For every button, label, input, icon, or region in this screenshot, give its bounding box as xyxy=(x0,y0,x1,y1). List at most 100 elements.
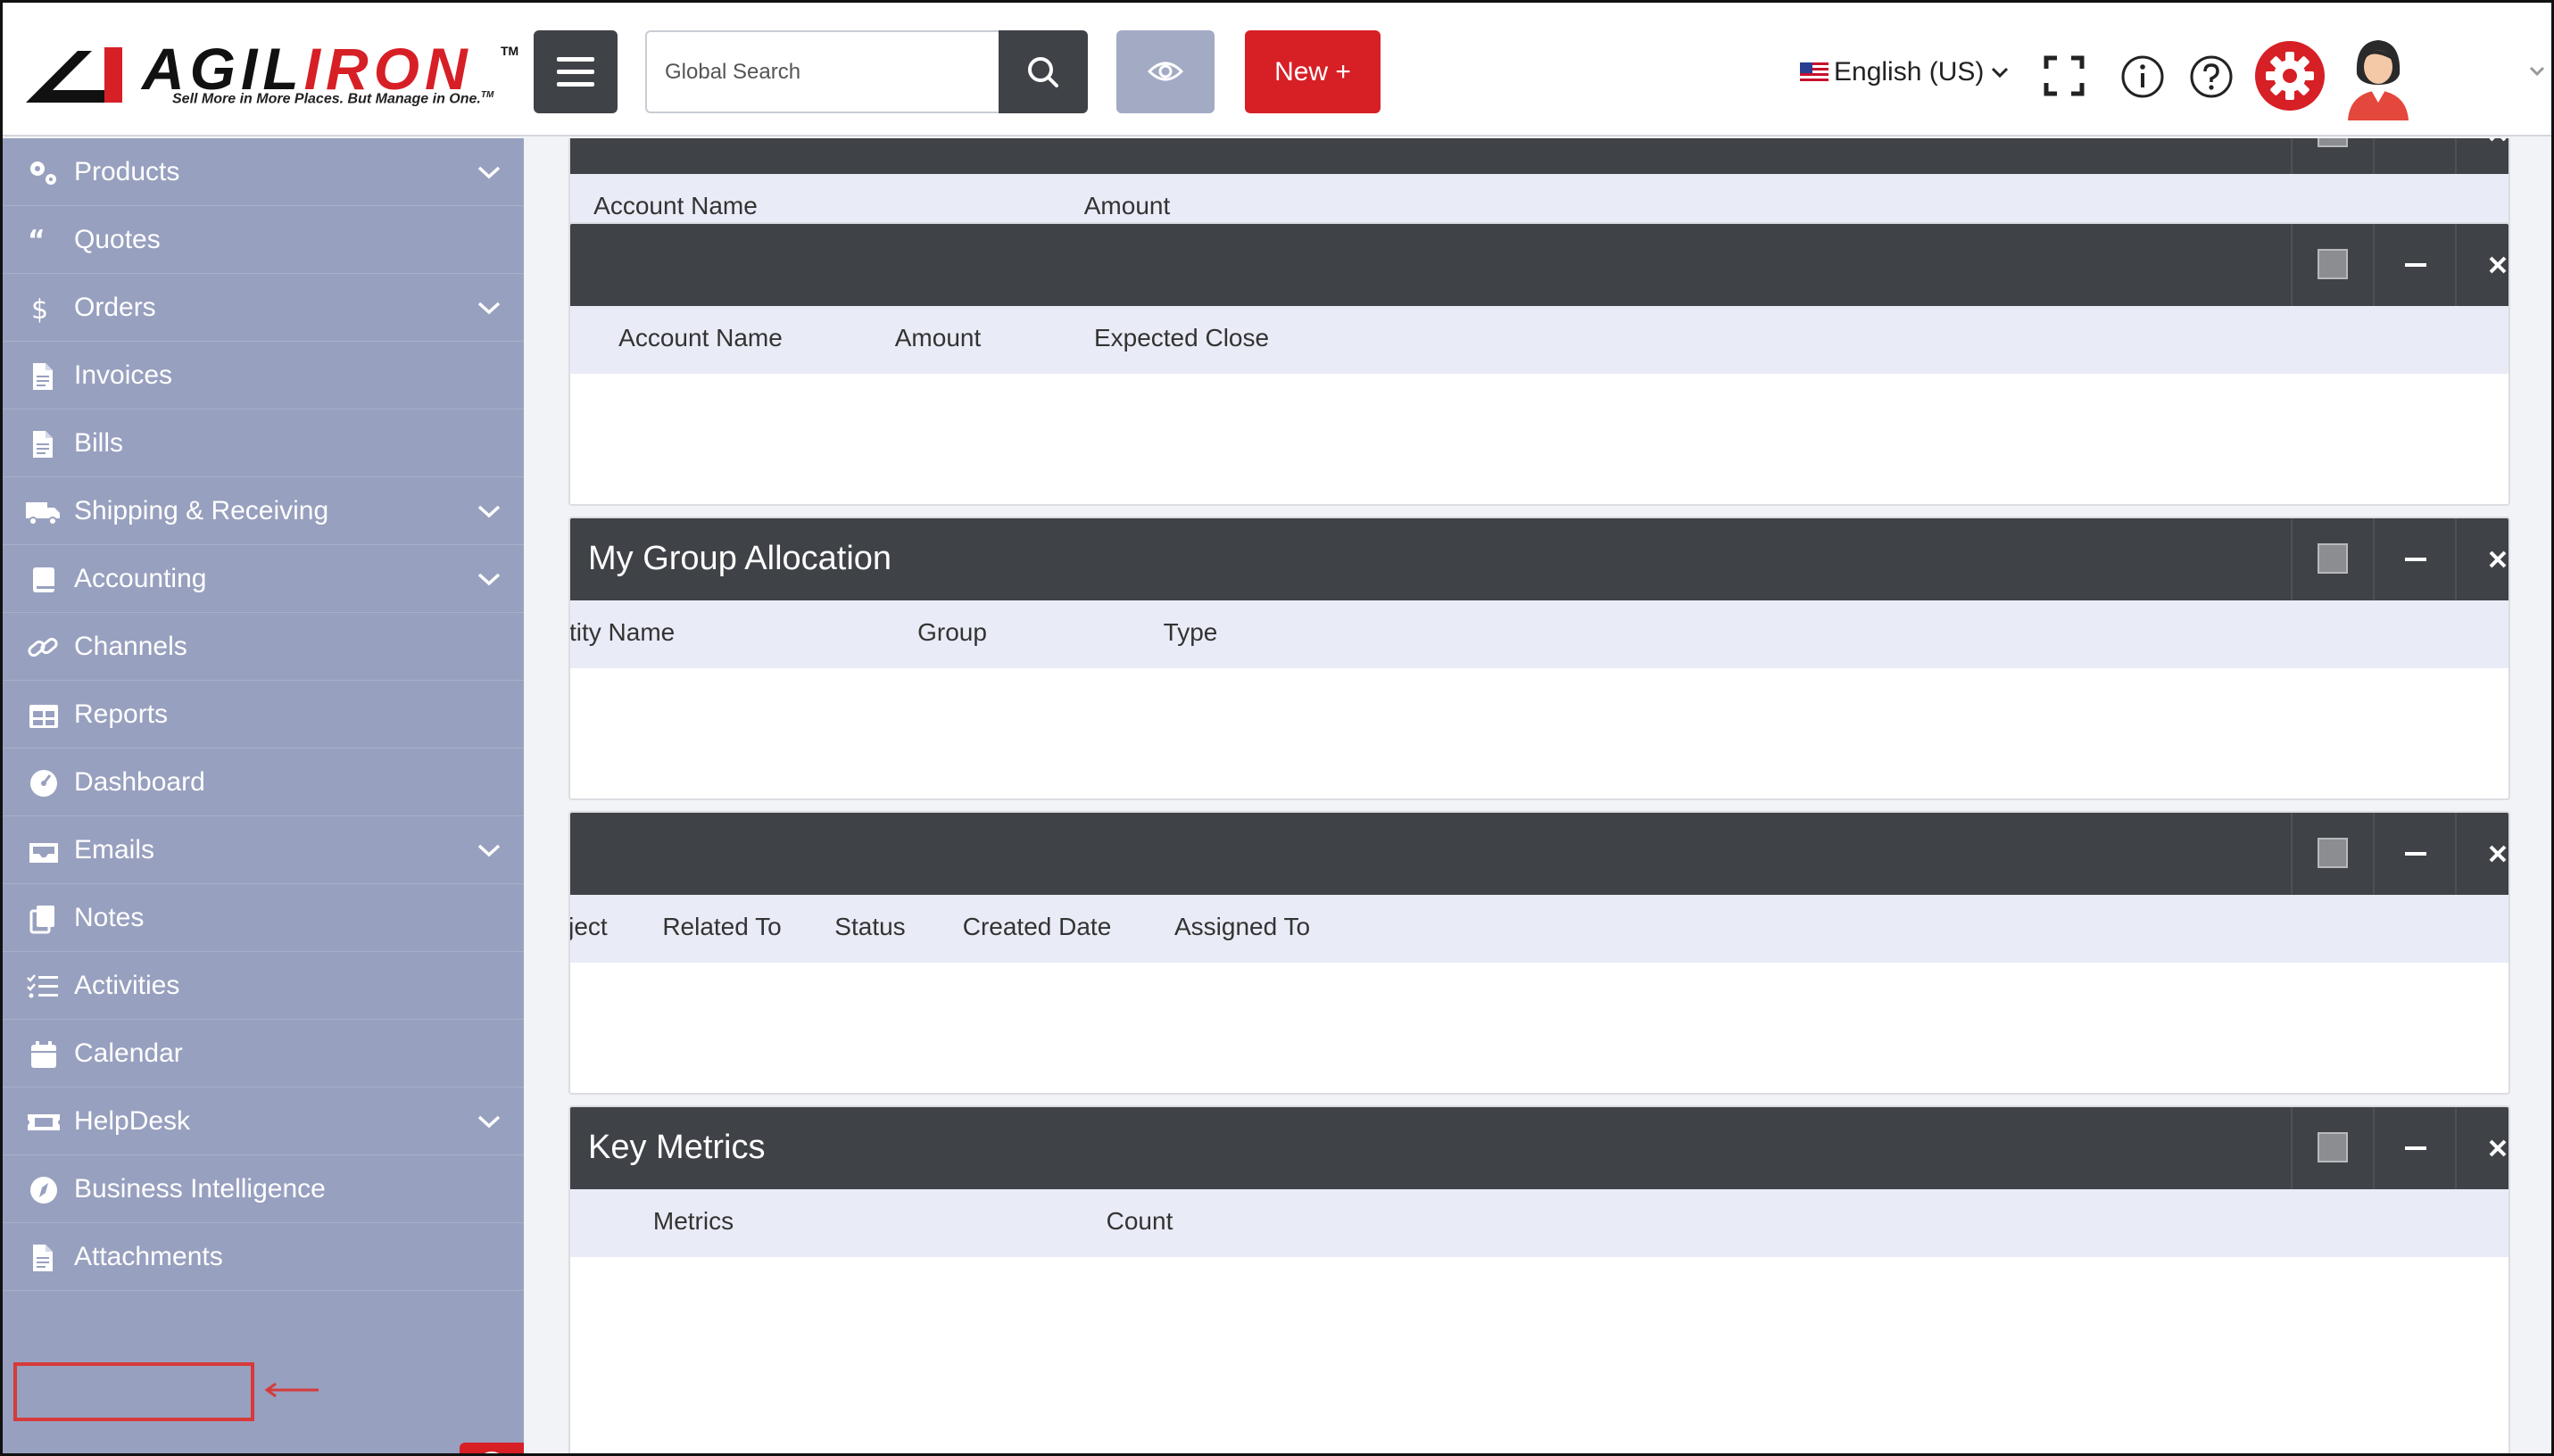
column-header[interactable]: Count xyxy=(1107,1207,1173,1236)
widget-title: Key Metrics xyxy=(588,1129,766,1166)
widget-header[interactable]: My Group Allocation xyxy=(570,518,2508,600)
chevron-down-icon[interactable] xyxy=(476,1113,502,1135)
sidebar-item-emails[interactable]: Emails xyxy=(3,816,524,884)
language-label: English (US) xyxy=(1834,57,1985,87)
square-icon xyxy=(2318,1132,2348,1162)
collapse-sidebar-button[interactable] xyxy=(460,1443,524,1453)
sidebar-item-accounting[interactable]: Accounting xyxy=(3,545,524,613)
chevron-down-icon[interactable] xyxy=(476,570,502,592)
dollar-icon: $ xyxy=(31,294,48,324)
column-header[interactable]: Assigned To xyxy=(1174,913,1310,941)
column-header[interactable]: Amount xyxy=(895,324,982,352)
column-header[interactable]: Type xyxy=(1164,618,1218,647)
sidebar-item-orders[interactable]: $ Orders xyxy=(3,274,524,342)
square-icon xyxy=(2318,838,2348,868)
widget-header[interactable] xyxy=(570,138,2508,174)
sidebar-item-products[interactable]: Products xyxy=(3,138,524,206)
chevron-down-icon[interactable] xyxy=(476,841,502,864)
minus-icon xyxy=(2405,558,2426,561)
widget-minimize-button[interactable] xyxy=(2373,813,2455,895)
widget-toggle-button[interactable] xyxy=(2291,224,2373,306)
global-search-input[interactable] xyxy=(647,32,1000,112)
widget-minimize-button[interactable] xyxy=(2373,138,2455,174)
column-header[interactable]: Status xyxy=(834,913,905,941)
widget-close-button[interactable] xyxy=(2455,518,2508,600)
sidebar-item-label: Invoices xyxy=(74,360,173,390)
widget-close-button[interactable] xyxy=(2455,224,2508,306)
sidebar: Products “ Quotes $ Orders Invoices Bills Shipp… xyxy=(3,138,524,1453)
sidebar-item-shipping-and-receiving[interactable]: Shipping & Receiving xyxy=(3,477,524,545)
widget-toggle-button[interactable] xyxy=(2291,518,2373,600)
widget-toggle-button[interactable] xyxy=(2291,813,2373,895)
widget-header[interactable] xyxy=(570,813,2508,895)
widget-close-button[interactable] xyxy=(2455,138,2508,174)
user-menu-chevron-icon[interactable] xyxy=(2528,65,2546,78)
minus-icon xyxy=(2405,263,2426,267)
quick-view-button[interactable] xyxy=(1116,30,1215,113)
hamburger-menu-button[interactable] xyxy=(534,30,618,113)
sidebar-item-label: Shipping & Receiving xyxy=(74,495,329,525)
column-header[interactable]: Metrics xyxy=(653,1207,734,1236)
help-icon[interactable] xyxy=(2189,54,2234,99)
widget-minimize-button[interactable] xyxy=(2373,518,2455,600)
widget-minimize-button[interactable] xyxy=(2373,1107,2455,1189)
avatar[interactable] xyxy=(2343,35,2414,120)
sidebar-item-reports[interactable]: Reports xyxy=(3,681,524,749)
sidebar-item-quotes[interactable]: “ Quotes xyxy=(3,206,524,274)
sidebar-item-notes[interactable]: Notes xyxy=(3,884,524,952)
table-icon xyxy=(29,705,58,728)
sidebar-nav: Products “ Quotes $ Orders Invoices Bills Shipp… xyxy=(3,138,524,1291)
widget-close-button[interactable] xyxy=(2455,1107,2508,1189)
dashboard-widget: Key Metrics Metrics Count xyxy=(568,1105,2510,1453)
sidebar-item-label: Calendar xyxy=(74,1038,183,1068)
chevron-down-icon[interactable] xyxy=(476,299,502,321)
language-selector[interactable]: English (US) xyxy=(1800,54,2011,90)
column-header[interactable]: Group xyxy=(917,618,987,647)
close-icon xyxy=(2489,550,2507,568)
widget-toggle-button[interactable] xyxy=(2291,1107,2373,1189)
sidebar-item-helpdesk[interactable]: HelpDesk xyxy=(3,1088,524,1155)
column-header[interactable]: Account Name xyxy=(618,324,783,352)
new-button[interactable]: New + xyxy=(1245,30,1381,113)
sidebar-item-activities[interactable]: Activities xyxy=(3,952,524,1020)
widget-title: My Group Allocation xyxy=(588,540,892,577)
widget-minimize-button[interactable] xyxy=(2373,224,2455,306)
global-search-field[interactable] xyxy=(645,30,1000,113)
search-button[interactable] xyxy=(999,30,1088,113)
column-header[interactable]: Subject xyxy=(570,913,608,941)
search-icon xyxy=(1028,57,1058,87)
copy-icon xyxy=(29,906,54,934)
chevron-down-icon[interactable] xyxy=(476,502,502,525)
sidebar-item-channels[interactable]: Channels xyxy=(3,613,524,681)
chevron-down-icon[interactable] xyxy=(476,163,502,186)
widget-toggle-button[interactable] xyxy=(2291,138,2373,174)
widget-close-button[interactable] xyxy=(2455,813,2508,895)
close-icon xyxy=(2489,845,2507,863)
sidebar-item-label: Channels xyxy=(74,631,187,661)
settings-button[interactable] xyxy=(2255,41,2325,111)
attachments-highlight-box xyxy=(13,1362,254,1421)
widget-header[interactable] xyxy=(570,224,2508,306)
agiliron-logo[interactable]: AGILIRON TM Sell More in More Places. Bu… xyxy=(26,36,518,110)
column-header[interactable]: Amount xyxy=(1084,192,1171,220)
widget-header[interactable]: Key Metrics xyxy=(570,1107,2508,1189)
column-header[interactable]: Related To xyxy=(662,913,781,941)
logo-tagline-text: Sell More in More Places. But Manage in … xyxy=(172,91,481,107)
sidebar-item-calendar[interactable]: Calendar xyxy=(3,1020,524,1088)
logo-trademark: TM xyxy=(501,44,519,58)
column-header[interactable]: Account Name xyxy=(593,192,758,220)
username-label[interactable] xyxy=(2435,58,2533,85)
column-header[interactable]: Entity Name xyxy=(570,618,675,647)
fullscreen-icon[interactable] xyxy=(2043,54,2085,97)
sidebar-item-attachments[interactable]: Attachments xyxy=(3,1223,524,1291)
ticket-icon xyxy=(28,1114,60,1130)
sidebar-item-business-intelligence[interactable]: Business Intelligence xyxy=(3,1155,524,1223)
info-icon[interactable] xyxy=(2120,54,2165,99)
column-header[interactable]: Created Date xyxy=(963,913,1112,941)
sidebar-item-label: Orders xyxy=(74,292,156,322)
column-header[interactable]: Expected Close xyxy=(1094,324,1269,352)
sidebar-item-dashboard[interactable]: Dashboard xyxy=(3,749,524,816)
logo-mark-icon xyxy=(26,47,122,103)
sidebar-item-bills[interactable]: Bills xyxy=(3,410,524,477)
sidebar-item-invoices[interactable]: Invoices xyxy=(3,342,524,410)
